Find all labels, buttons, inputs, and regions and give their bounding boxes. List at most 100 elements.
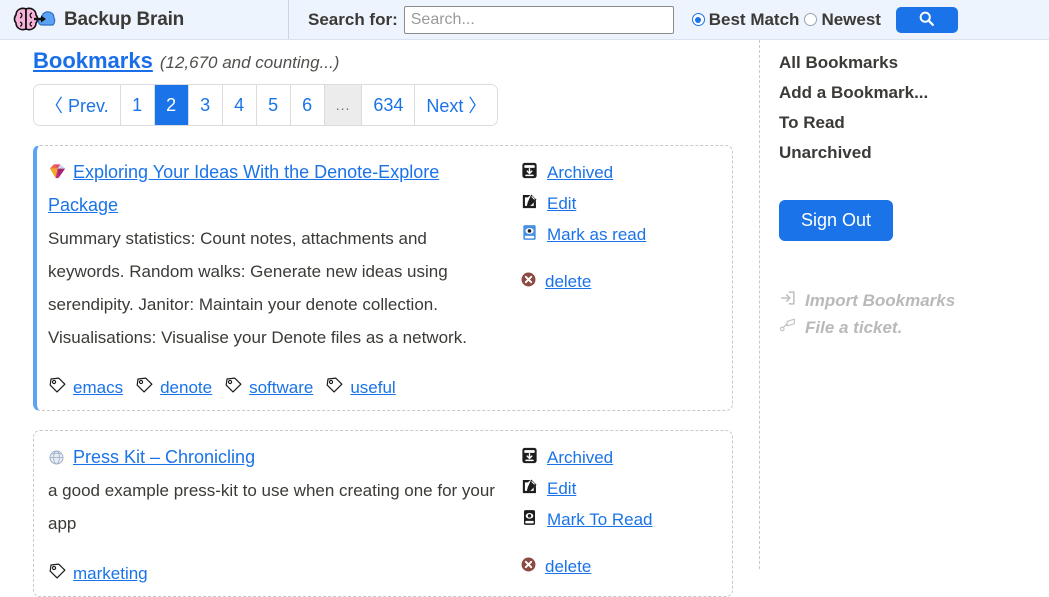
- action-label[interactable]: delete: [545, 557, 591, 577]
- pagination-next[interactable]: Next 〉: [415, 85, 498, 125]
- action-mark-to-read[interactable]: Mark To Read: [520, 505, 653, 535]
- tag[interactable]: marketing: [48, 562, 148, 586]
- action-label[interactable]: Archived: [547, 163, 613, 183]
- pagination: 〈 Prev. 1 2 3 4 5 6 ... 634 Next 〉: [33, 84, 499, 126]
- tag-icon: [135, 376, 154, 400]
- sidebar-item-to-read[interactable]: To Read: [779, 108, 1049, 138]
- bookmark-content: Exploring Your Ideas With the Denote-Exp…: [48, 156, 508, 400]
- sort-option-best-match[interactable]: Best Match: [691, 9, 800, 30]
- delete-circle-x-icon: [520, 271, 537, 293]
- ticket-icon: [779, 316, 797, 339]
- bookmark-card: Exploring Your Ideas With the Denote-Exp…: [33, 145, 733, 411]
- archive-box-icon: [520, 446, 539, 470]
- action-mark-as-read[interactable]: Mark as read: [520, 220, 646, 250]
- search-label: Search for:: [308, 9, 398, 29]
- tag-label[interactable]: denote: [160, 378, 212, 398]
- tag-label[interactable]: useful: [350, 378, 395, 398]
- pagination-prev[interactable]: 〈 Prev.: [34, 85, 121, 125]
- import-bookmarks-label[interactable]: Import Bookmarks: [805, 291, 955, 311]
- action-edit[interactable]: Edit: [520, 474, 653, 504]
- brand[interactable]: Backup Brain: [0, 5, 288, 35]
- bookmark-actions: Archived Edit: [520, 156, 646, 400]
- sort-radio-group: Best Match Newest: [691, 9, 881, 30]
- bookmarks-count: (12,670 and counting...): [159, 53, 340, 72]
- tag-icon: [325, 376, 344, 400]
- tag-label[interactable]: emacs: [73, 378, 123, 398]
- bookmark-card: Press Kit – Chronicling a good example p…: [33, 430, 733, 597]
- page-title: Bookmarks (12,670 and counting...): [0, 40, 759, 74]
- file-ticket-link[interactable]: File a ticket.: [779, 314, 1049, 341]
- book-eye-icon: [520, 223, 539, 247]
- tag[interactable]: useful: [325, 376, 396, 400]
- tag-icon: [48, 376, 67, 400]
- pagination-ellipsis: ...: [324, 85, 363, 125]
- bookmarks-title-link[interactable]: Bookmarks: [33, 48, 153, 74]
- action-label[interactable]: Archived: [547, 448, 613, 468]
- gem-diamond-favicon: [48, 159, 67, 179]
- search-submit-button[interactable]: [895, 6, 958, 33]
- sign-out-button[interactable]: Sign Out: [779, 200, 894, 241]
- search-icon: [918, 10, 935, 30]
- edit-pencil-icon: [520, 192, 539, 216]
- sidebar-item-add-bookmark[interactable]: Add a Bookmark...: [779, 78, 1049, 108]
- pagination-page-2[interactable]: 2: [154, 85, 189, 125]
- globe-favicon: [48, 444, 67, 465]
- tag-label[interactable]: marketing: [73, 564, 148, 584]
- pagination-page-3[interactable]: 3: [188, 85, 223, 125]
- action-label[interactable]: Mark as read: [547, 225, 646, 245]
- pagination-page-4[interactable]: 4: [222, 85, 257, 125]
- tag-label[interactable]: software: [249, 378, 313, 398]
- sidebar-footer: Import Bookmarks File a ticket.: [779, 287, 1049, 341]
- tag[interactable]: emacs: [48, 376, 123, 400]
- tag-icon: [224, 376, 243, 400]
- brand-name: Backup Brain: [64, 8, 185, 30]
- action-archived[interactable]: Archived: [520, 158, 646, 188]
- sidebar-item-all-bookmarks[interactable]: All Bookmarks: [779, 48, 1049, 78]
- import-bookmarks-link[interactable]: Import Bookmarks: [779, 287, 1049, 314]
- action-archived[interactable]: Archived: [520, 443, 653, 473]
- tag-icon: [48, 562, 67, 586]
- main-content: Bookmarks (12,670 and counting...) 〈 Pre…: [0, 40, 760, 597]
- sidebar: All Bookmarks Add a Bookmark... To Read …: [760, 40, 1049, 569]
- action-label[interactable]: Edit: [547, 479, 576, 499]
- pagination-page-5[interactable]: 5: [256, 85, 291, 125]
- book-eye-icon: [520, 508, 539, 532]
- search-input[interactable]: [403, 5, 674, 34]
- archive-box-icon: [520, 161, 539, 185]
- tag[interactable]: software: [224, 376, 313, 400]
- sort-option-label: Best Match: [708, 9, 800, 29]
- bookmark-content: Press Kit – Chronicling a good example p…: [48, 441, 508, 586]
- bookmark-title-line: Press Kit – Chronicling: [48, 447, 255, 467]
- edit-pencil-icon: [520, 477, 539, 501]
- brain-cloud-icon: [12, 5, 56, 35]
- action-label[interactable]: Mark To Read: [547, 510, 653, 530]
- sort-option-newest[interactable]: Newest: [804, 10, 881, 30]
- sidebar-item-unarchived[interactable]: Unarchived: [779, 138, 1049, 168]
- pagination-page-6[interactable]: 6: [290, 85, 325, 125]
- action-label[interactable]: delete: [545, 272, 591, 292]
- action-label[interactable]: Edit: [547, 194, 576, 214]
- search-zone: Search for: Best Match Newest: [289, 5, 958, 34]
- bookmark-description: a good example press-kit to use when cre…: [48, 481, 495, 533]
- action-delete[interactable]: delete: [520, 552, 653, 582]
- bookmark-description: Summary statistics: Count notes, attachm…: [48, 229, 467, 347]
- page-layout: Bookmarks (12,670 and counting...) 〈 Pre…: [0, 40, 1049, 597]
- sort-option-label: Newest: [821, 9, 881, 29]
- radio-selected-icon[interactable]: [691, 13, 705, 26]
- tag[interactable]: denote: [135, 376, 212, 400]
- delete-circle-x-icon: [520, 556, 537, 578]
- pagination-page-1[interactable]: 1: [120, 85, 155, 125]
- action-edit[interactable]: Edit: [520, 189, 646, 219]
- pagination-last-page[interactable]: 634: [362, 85, 416, 125]
- app-header: Backup Brain Search for: Best Match Newe…: [0, 0, 1049, 40]
- file-ticket-label[interactable]: File a ticket.: [805, 318, 902, 338]
- action-delete[interactable]: delete: [520, 267, 646, 297]
- bookmark-actions: Archived Edit: [520, 441, 653, 586]
- bookmark-title-link[interactable]: Exploring Your Ideas With the Denote-Exp…: [48, 162, 439, 215]
- bookmark-tags: emacs denote software useful: [48, 376, 508, 400]
- radio-unselected-icon[interactable]: [804, 13, 818, 26]
- bookmark-tags: marketing: [48, 562, 508, 586]
- import-arrow-icon: [779, 289, 797, 312]
- bookmark-title-link[interactable]: Press Kit – Chronicling: [73, 447, 255, 467]
- bookmark-title-line: Exploring Your Ideas With the Denote-Exp…: [48, 162, 439, 215]
